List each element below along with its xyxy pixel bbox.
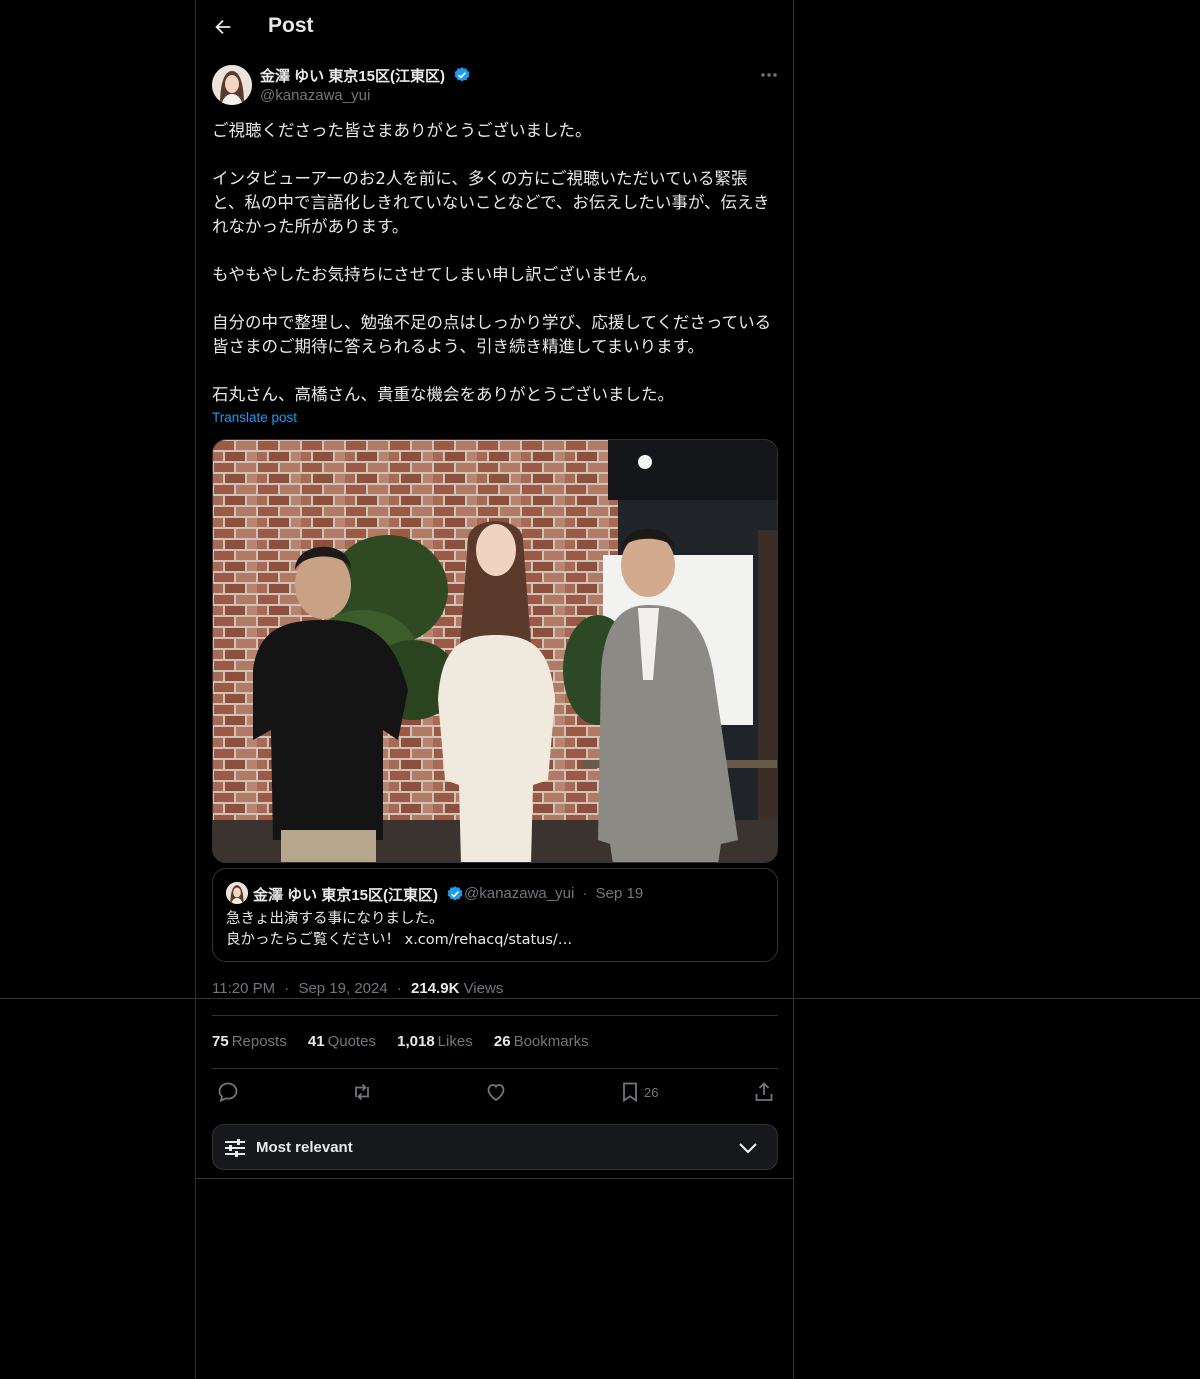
bookmark-icon[interactable]: [618, 1080, 642, 1104]
post-time[interactable]: 11:20 PM: [212, 980, 275, 997]
arrow-left-icon[interactable]: [212, 14, 234, 40]
main-column: Post 金澤 ゆい 東京15区(江東区) @kanazawa_yui ご視聴く…: [195, 0, 794, 1379]
divider: [196, 1178, 793, 1179]
sliders-icon: [225, 1139, 245, 1157]
quotes-count: 41: [307, 1033, 325, 1050]
quote-author-name: 金澤 ゆい 東京15区(江東区): [253, 884, 464, 905]
divider: [212, 1015, 778, 1016]
post-text: ご視聴くださった皆さまありがとうございました。 インタビューアーのお2人を前に、…: [212, 121, 772, 404]
quote-separator: ·: [582, 885, 588, 902]
quotes-stat[interactable]: 41 Quotes: [308, 1033, 376, 1050]
author-name[interactable]: 金澤 ゆい 東京15区(江東区): [260, 65, 471, 86]
quote-avatar: [226, 882, 248, 904]
avatar[interactable]: [212, 65, 252, 105]
quote-text: 急きょ出演する事になりました。 良かったらご覧ください！ x.com/rehac…: [226, 911, 573, 948]
reply-sort-dropdown[interactable]: Most relevant: [212, 1124, 778, 1170]
post-meta: 11:20 PM · Sep 19, 2024 · 214.9K Views: [212, 980, 503, 997]
post-header: Post: [196, 0, 793, 54]
author-name-text: 金澤 ゆい 東京15区(江東区): [260, 68, 446, 85]
like-icon[interactable]: [484, 1080, 508, 1104]
verified-badge-icon: [454, 67, 470, 82]
quote-date: Sep 19: [595, 885, 644, 902]
likes-count: 1,018: [397, 1033, 435, 1050]
views-label: Views: [463, 980, 504, 997]
reposts-label: Reposts: [231, 1033, 287, 1050]
post-date[interactable]: Sep 19, 2024: [298, 980, 387, 997]
post-image[interactable]: [212, 439, 778, 863]
quoted-post[interactable]: 金澤 ゆい 東京15区(江東区) @kanazawa_yui · Sep 19 …: [212, 868, 778, 962]
reposts-stat[interactable]: 75 Reposts: [212, 1033, 287, 1050]
engagement-stats: 75 Reposts 41 Quotes 1,018 Likes 26 Bookmark…: [212, 1033, 606, 1050]
bookmark-action-count: 26: [644, 1085, 659, 1100]
likes-stat[interactable]: 1,018 Likes: [397, 1033, 473, 1050]
reply-icon[interactable]: [216, 1080, 240, 1104]
bookmarks-stat[interactable]: 26 Bookmarks: [494, 1033, 589, 1050]
meta-separator: ·: [284, 980, 290, 997]
bookmarks-label: Bookmarks: [513, 1033, 589, 1050]
views-count: 214.9K: [411, 980, 460, 997]
author-handle[interactable]: @kanazawa_yui: [260, 87, 370, 104]
more-options-icon[interactable]: [758, 66, 780, 84]
quotes-label: Quotes: [327, 1033, 376, 1050]
chevron-down-icon: [739, 1143, 757, 1154]
repost-icon[interactable]: [350, 1080, 374, 1104]
bookmarks-count: 26: [493, 1033, 511, 1050]
verified-badge-icon: [447, 886, 463, 901]
sort-label: Most relevant: [256, 1139, 353, 1156]
reposts-count: 75: [212, 1033, 229, 1050]
divider: [212, 1068, 778, 1069]
likes-label: Likes: [437, 1033, 473, 1050]
page-title: Post: [268, 14, 314, 37]
translate-post-link[interactable]: Translate post: [212, 410, 297, 425]
share-icon[interactable]: [752, 1080, 776, 1104]
quote-handle: @kanazawa_yui: [464, 885, 575, 902]
meta-separator: ·: [396, 980, 402, 997]
quote-meta: @kanazawa_yui · Sep 19: [464, 885, 643, 902]
quote-author-name-text: 金澤 ゆい 東京15区(江東区): [253, 887, 439, 904]
